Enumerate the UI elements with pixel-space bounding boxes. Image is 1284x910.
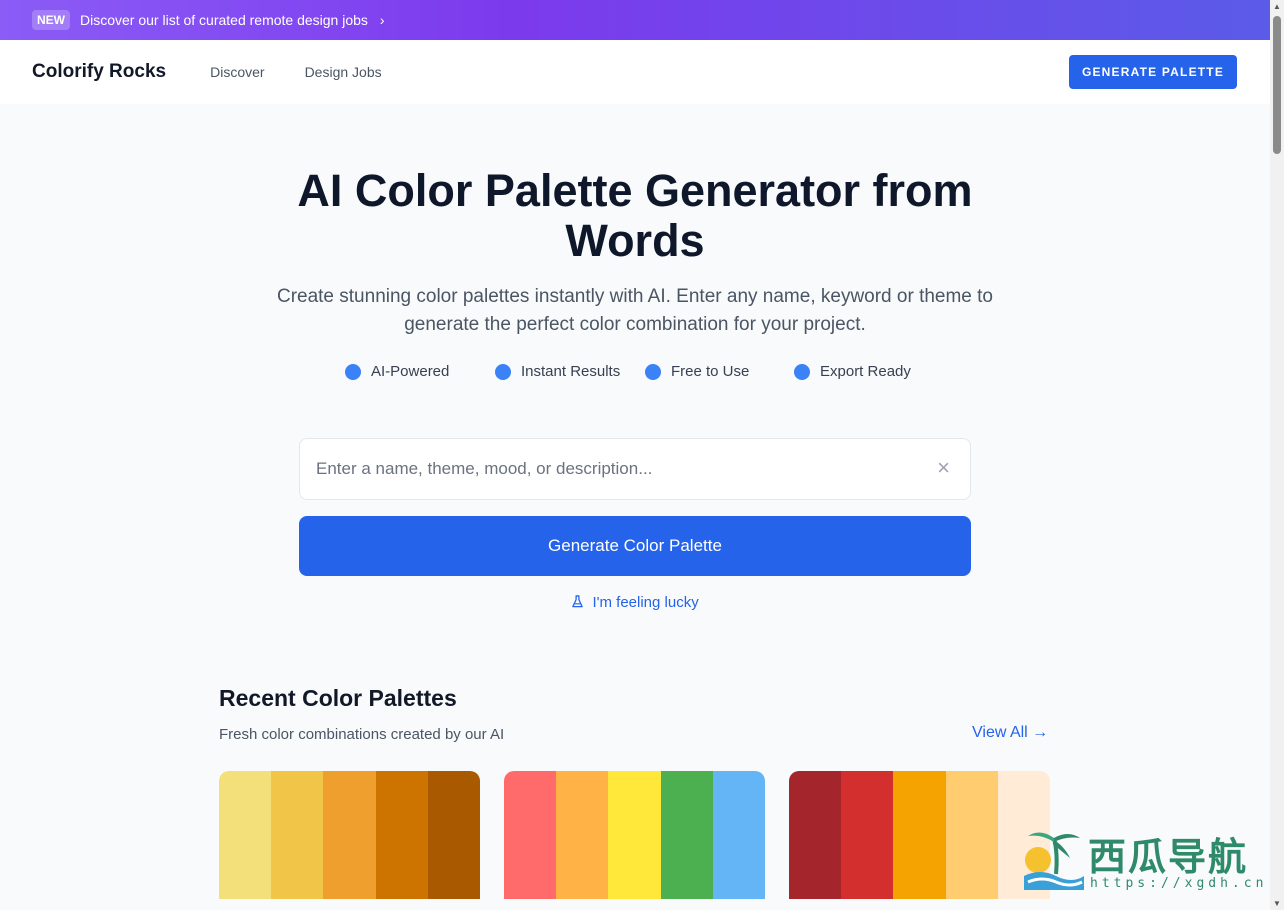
color-swatch[interactable] <box>219 771 272 899</box>
recent-palettes-subtitle: Fresh color combinations created by our … <box>219 726 505 743</box>
feature-instant-results: Instant Results <box>495 363 620 380</box>
color-swatch[interactable] <box>608 771 661 899</box>
scroll-down-icon[interactable]: ▼ <box>1273 899 1281 908</box>
new-badge: NEW <box>32 10 70 30</box>
feature-dot-icon <box>645 363 661 380</box>
clear-icon[interactable]: × <box>937 457 950 479</box>
palette-card[interactable] <box>789 771 1050 910</box>
feature-label: AI-Powered <box>371 363 450 380</box>
feature-dot-icon <box>794 363 810 380</box>
watermark-text: 西瓜导航 <box>1088 835 1249 879</box>
scrollbar-thumb[interactable] <box>1273 16 1281 154</box>
feeling-lucky-link[interactable]: I'm feeling lucky <box>0 594 1270 611</box>
feature-ai-powered: AI-Powered <box>345 363 449 380</box>
page-title: AI Color Palette Generator from Words <box>0 166 1270 266</box>
color-swatch[interactable] <box>841 771 894 899</box>
brand-logo[interactable]: Colorify Rocks <box>32 61 166 83</box>
color-swatch[interactable] <box>427 771 480 899</box>
nav-link-design-jobs[interactable]: Design Jobs <box>305 64 382 80</box>
color-swatch[interactable] <box>271 771 324 899</box>
feature-free-to-use: Free to Use <box>645 363 749 380</box>
nav-link-discover[interactable]: Discover <box>210 64 264 80</box>
page-title-line-2: Words <box>565 215 705 266</box>
view-all-link[interactable]: View All → <box>972 724 1048 742</box>
watermark-logo: 西瓜导航 https://xgdh.cn <box>1020 824 1265 896</box>
color-swatch[interactable] <box>789 771 842 899</box>
scroll-up-icon[interactable]: ▲ <box>1273 2 1281 11</box>
feeling-lucky-label[interactable]: I'm feeling lucky <box>592 594 698 611</box>
palette-card[interactable] <box>219 771 480 910</box>
color-swatch[interactable] <box>660 771 713 899</box>
announcement-banner[interactable]: NEW Discover our list of curated remote … <box>0 0 1270 40</box>
feature-label: Free to Use <box>671 363 750 380</box>
color-swatch[interactable] <box>556 771 609 899</box>
banner-text[interactable]: Discover our list of curated remote desi… <box>80 12 368 28</box>
color-swatch[interactable] <box>323 771 376 899</box>
feature-dot-icon <box>345 363 361 380</box>
chevron-right-icon: › <box>379 12 385 28</box>
watermark-url: https://xgdh.cn <box>1090 876 1268 891</box>
vertical-scrollbar[interactable]: ▲ ▼ <box>1270 0 1284 910</box>
feature-label: Instant Results <box>521 363 621 380</box>
feature-label: Export Ready <box>820 363 911 380</box>
hero-subtitle: Create stunning color palettes instantly… <box>276 286 994 335</box>
generate-palette-nav-button[interactable]: GENERATE PALETTE <box>1069 55 1237 89</box>
color-swatch[interactable] <box>712 771 765 899</box>
palette-prompt-input[interactable] <box>316 459 906 479</box>
feature-export-ready: Export Ready <box>794 363 911 380</box>
search-box: × <box>299 438 971 500</box>
page-title-line-1: AI Color Palette Generator from <box>297 165 973 216</box>
flask-icon <box>571 595 584 610</box>
watermark-palm-icon <box>1024 832 1084 890</box>
top-navigation: Colorify Rocks Discover Design Jobs GENE… <box>0 40 1270 104</box>
color-swatch[interactable] <box>945 771 998 899</box>
feature-dot-icon <box>495 363 511 380</box>
color-swatch[interactable] <box>375 771 428 899</box>
generate-color-palette-button[interactable]: Generate Color Palette <box>299 516 971 576</box>
palette-card[interactable] <box>504 771 765 910</box>
color-swatch[interactable] <box>893 771 946 899</box>
recent-palettes-heading: Recent Color Palettes <box>219 685 457 711</box>
color-swatch[interactable] <box>504 771 557 899</box>
